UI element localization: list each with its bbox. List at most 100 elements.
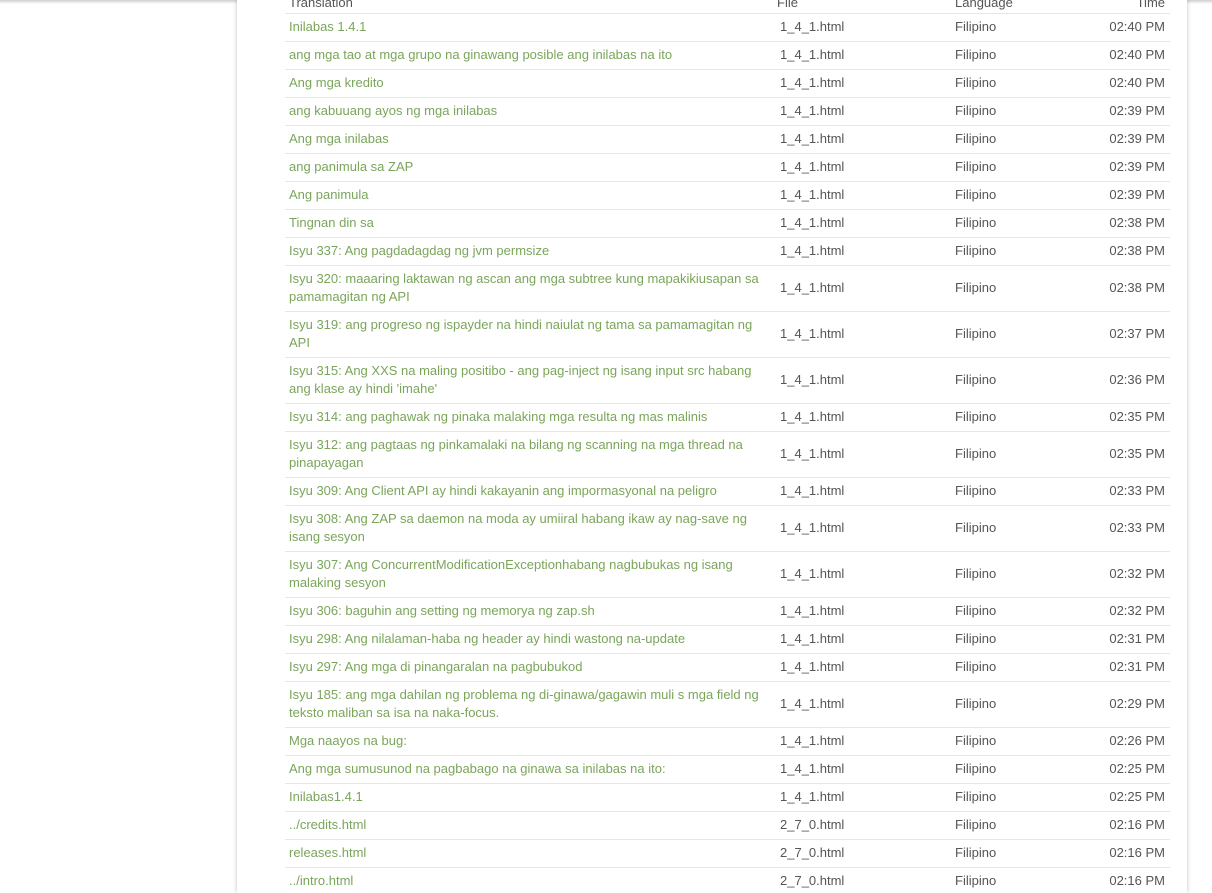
time-cell: 02:39 PM bbox=[1071, 153, 1170, 182]
language-cell: Filipino bbox=[951, 237, 1071, 266]
translation-cell: ../credits.html bbox=[285, 811, 773, 840]
file-cell: 1_4_1.html bbox=[773, 505, 951, 552]
translation-history-panel: Translation File Language Time Inilabas … bbox=[237, 0, 1187, 893]
translation-link[interactable]: Isyu 298: Ang nilalaman-haba ng header a… bbox=[289, 631, 685, 646]
file-cell: 1_4_1.html bbox=[773, 403, 951, 432]
time-cell: 02:16 PM bbox=[1071, 867, 1170, 893]
language-cell: Filipino bbox=[951, 839, 1071, 868]
language-cell: Filipino bbox=[951, 597, 1071, 626]
translation-link[interactable]: Ang mga sumusunod na pagbabago na ginawa… bbox=[289, 761, 666, 776]
translation-cell: Isyu 309: Ang Client API ay hindi kakaya… bbox=[285, 477, 773, 506]
translation-link[interactable]: Isyu 185: ang mga dahilan ng problema ng… bbox=[289, 687, 759, 720]
translation-link[interactable]: Isyu 319: ang progreso ng ispayder na hi… bbox=[289, 317, 752, 350]
translation-link[interactable]: Isyu 306: baguhin ang setting ng memorya… bbox=[289, 603, 595, 618]
translation-cell: Ang mga kredito bbox=[285, 69, 773, 98]
translation-cell: Isyu 320: maaaring laktawan ng ascan ang… bbox=[285, 265, 773, 312]
table-row: Inilabas 1.4.1 1_4_1.html Filipino 02:40 PM bbox=[285, 13, 1170, 42]
translation-cell: Ang mga sumusunod na pagbabago na ginawa… bbox=[285, 755, 773, 784]
time-cell: 02:16 PM bbox=[1071, 811, 1170, 840]
translation-cell: Isyu 319: ang progreso ng ispayder na hi… bbox=[285, 311, 773, 358]
time-cell: 02:39 PM bbox=[1071, 181, 1170, 210]
time-cell: 02:25 PM bbox=[1071, 783, 1170, 812]
language-cell: Filipino bbox=[951, 755, 1071, 784]
time-cell: 02:36 PM bbox=[1071, 357, 1170, 404]
translation-link[interactable]: Inilabas1.4.1 bbox=[289, 789, 363, 804]
file-cell: 1_4_1.html bbox=[773, 625, 951, 654]
table-row: releases.html 2_7_0.html Filipino 02:16 PM bbox=[285, 839, 1170, 868]
translation-link[interactable]: Ang mga kredito bbox=[289, 75, 384, 90]
table-row: Ang mga sumusunod na pagbabago na ginawa… bbox=[285, 755, 1170, 784]
language-cell: Filipino bbox=[951, 265, 1071, 312]
translation-link[interactable]: Isyu 297: Ang mga di pinangaralan na pag… bbox=[289, 659, 582, 674]
translation-link[interactable]: Tingnan din sa bbox=[289, 215, 374, 230]
translation-cell: Isyu 315: Ang XXS na maling positibo - a… bbox=[285, 357, 773, 404]
column-header-time: Time bbox=[1071, 0, 1170, 14]
translation-link[interactable]: Isyu 337: Ang pagdadagdag ng jvm permsiz… bbox=[289, 243, 549, 258]
translation-link[interactable]: ../intro.html bbox=[289, 873, 353, 888]
table-row: Isyu 319: ang progreso ng ispayder na hi… bbox=[285, 311, 1170, 358]
translation-cell: releases.html bbox=[285, 839, 773, 868]
table-row: Isyu 308: Ang ZAP sa daemon na moda ay u… bbox=[285, 505, 1170, 552]
translation-cell: Tingnan din sa bbox=[285, 209, 773, 238]
file-cell: 1_4_1.html bbox=[773, 97, 951, 126]
language-cell: Filipino bbox=[951, 69, 1071, 98]
language-cell: Filipino bbox=[951, 357, 1071, 404]
translation-link[interactable]: Inilabas 1.4.1 bbox=[289, 19, 366, 34]
translation-link[interactable]: Isyu 308: Ang ZAP sa daemon na moda ay u… bbox=[289, 511, 747, 544]
time-cell: 02:29 PM bbox=[1071, 681, 1170, 728]
table-row: Isyu 298: Ang nilalaman-haba ng header a… bbox=[285, 625, 1170, 654]
translation-link[interactable]: Ang panimula bbox=[289, 187, 369, 202]
translation-cell: Ang panimula bbox=[285, 181, 773, 210]
file-cell: 1_4_1.html bbox=[773, 681, 951, 728]
translation-link[interactable]: releases.html bbox=[289, 845, 366, 860]
translation-link[interactable]: Isyu 312: ang pagtaas ng pinkamalaki na … bbox=[289, 437, 743, 470]
translation-cell: Isyu 306: baguhin ang setting ng memorya… bbox=[285, 597, 773, 626]
language-cell: Filipino bbox=[951, 97, 1071, 126]
table-row: Isyu 309: Ang Client API ay hindi kakaya… bbox=[285, 477, 1170, 506]
translation-link[interactable]: ang mga tao at mga grupo na ginawang pos… bbox=[289, 47, 672, 62]
translation-link[interactable]: Mga naayos na bug: bbox=[289, 733, 407, 748]
translation-link[interactable]: Isyu 315: Ang XXS na maling positibo - a… bbox=[289, 363, 752, 396]
translation-cell: Inilabas1.4.1 bbox=[285, 783, 773, 812]
translation-link[interactable]: Isyu 314: ang paghawak ng pinaka malakin… bbox=[289, 409, 707, 424]
table-row: Isyu 315: Ang XXS na maling positibo - a… bbox=[285, 357, 1170, 404]
translation-link[interactable]: ang panimula sa ZAP bbox=[289, 159, 413, 174]
language-cell: Filipino bbox=[951, 209, 1071, 238]
time-cell: 02:31 PM bbox=[1071, 625, 1170, 654]
time-cell: 02:32 PM bbox=[1071, 597, 1170, 626]
language-cell: Filipino bbox=[951, 783, 1071, 812]
language-cell: Filipino bbox=[951, 811, 1071, 840]
translation-cell: Isyu 185: ang mga dahilan ng problema ng… bbox=[285, 681, 773, 728]
file-cell: 1_4_1.html bbox=[773, 125, 951, 154]
translation-link[interactable]: ../credits.html bbox=[289, 817, 366, 832]
translation-link[interactable]: Isyu 309: Ang Client API ay hindi kakaya… bbox=[289, 483, 717, 498]
file-cell: 1_4_1.html bbox=[773, 181, 951, 210]
translation-cell: Ang mga inilabas bbox=[285, 125, 773, 154]
time-cell: 02:33 PM bbox=[1071, 505, 1170, 552]
language-cell: Filipino bbox=[951, 41, 1071, 70]
translation-link[interactable]: Isyu 307: Ang ConcurrentModificationExce… bbox=[289, 557, 733, 590]
time-cell: 02:26 PM bbox=[1071, 727, 1170, 756]
translation-cell: ../intro.html bbox=[285, 867, 773, 893]
translation-link[interactable]: ang kabuuang ayos ng mga inilabas bbox=[289, 103, 497, 118]
translation-cell: Isyu 307: Ang ConcurrentModificationExce… bbox=[285, 551, 773, 598]
translation-link[interactable]: Isyu 320: maaaring laktawan ng ascan ang… bbox=[289, 271, 759, 304]
language-cell: Filipino bbox=[951, 403, 1071, 432]
file-cell: 1_4_1.html bbox=[773, 551, 951, 598]
language-cell: Filipino bbox=[951, 681, 1071, 728]
language-cell: Filipino bbox=[951, 505, 1071, 552]
table-row: ang panimula sa ZAP 1_4_1.html Filipino 02:… bbox=[285, 153, 1170, 182]
file-cell: 2_7_0.html bbox=[773, 811, 951, 840]
time-cell: 02:35 PM bbox=[1071, 431, 1170, 478]
table-row: ang mga tao at mga grupo na ginawang pos… bbox=[285, 41, 1170, 70]
file-cell: 1_4_1.html bbox=[773, 265, 951, 312]
table-header-row: Translation File Language Time bbox=[285, 0, 1170, 14]
translation-link[interactable]: Ang mga inilabas bbox=[289, 131, 389, 146]
file-cell: 1_4_1.html bbox=[773, 783, 951, 812]
translation-cell: Isyu 298: Ang nilalaman-haba ng header a… bbox=[285, 625, 773, 654]
table-row: Isyu 337: Ang pagdadagdag ng jvm permsiz… bbox=[285, 237, 1170, 266]
file-cell: 1_4_1.html bbox=[773, 653, 951, 682]
language-cell: Filipino bbox=[951, 311, 1071, 358]
time-cell: 02:40 PM bbox=[1071, 13, 1170, 42]
time-cell: 02:38 PM bbox=[1071, 209, 1170, 238]
